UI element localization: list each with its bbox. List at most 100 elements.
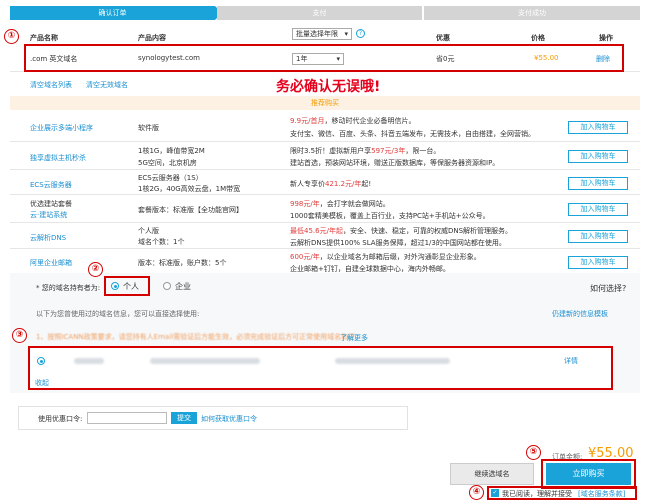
recommend-desc: 建站首选，预装网站环境，赠送正版数据库，等保服务器资源和IP。 xyxy=(290,159,500,167)
collapse-link[interactable]: 收起 xyxy=(35,378,49,388)
clear-domain-list-link[interactable]: 清空域名列表 xyxy=(30,80,72,90)
template-detail-link[interactable]: 详情 xyxy=(564,356,578,366)
clear-invalid-domains-link[interactable]: 清空无效域名 xyxy=(86,80,128,90)
promo-text: ，移动时代企业必备明信片。 xyxy=(324,117,416,125)
annotation-marker-1: ① xyxy=(4,29,19,44)
enterprise-radio[interactable] xyxy=(163,282,171,290)
header-product-content: 产品内容 xyxy=(138,34,166,42)
recommend-content: 版本：标准版，账户数：5个 xyxy=(138,259,227,267)
recommend-title: 推荐购买 xyxy=(10,96,640,110)
add-to-cart-button[interactable]: 加入购物车 xyxy=(568,177,628,190)
recommend-content: 软件版 xyxy=(138,124,159,132)
personal-label: 个人 xyxy=(123,282,139,291)
header-product-name: 产品名称 xyxy=(30,34,58,42)
blurred-holder-email xyxy=(335,358,450,364)
confirm-warning: 务必确认无误哦! xyxy=(276,79,381,95)
continue-selecting-domains-button[interactable]: 继续选域名 xyxy=(450,463,534,485)
add-to-cart-button[interactable]: 加入购物车 xyxy=(568,256,628,269)
learn-more-link[interactable]: 了解更多 xyxy=(340,333,368,343)
annotation-box-3 xyxy=(28,346,613,390)
blurred-holder-info xyxy=(150,358,260,364)
add-to-cart-button[interactable]: 加入购物车 xyxy=(568,203,628,216)
add-to-cart-button[interactable]: 加入购物车 xyxy=(568,150,628,163)
blurred-holder-name xyxy=(74,358,104,364)
annotation-marker-3: ③ xyxy=(12,328,27,343)
template-radio[interactable] xyxy=(37,357,45,365)
domain-terms-link[interactable]: [域名服务条款] xyxy=(578,489,625,499)
recommend-content-line: 1核1G，峰值带宽2M xyxy=(138,147,205,155)
how-to-choose[interactable]: 如何选择? xyxy=(590,283,626,294)
step-payment-success: 支付成功 xyxy=(424,6,640,20)
recommend-promo: 最低45.6元/年起，安全、快速、稳定，可靠的权威DNS解析管理服务。 xyxy=(290,226,512,236)
promo-text: ，以企业域名为邮箱后缀，对外沟通彰显企业形象。 xyxy=(319,253,481,261)
recommend-promo: 新人专享价421.2元/年起! xyxy=(290,179,371,189)
promo-price: 600元/年 xyxy=(290,253,320,261)
annotation-marker-4: ④ xyxy=(469,485,484,500)
promo-text: 起! xyxy=(361,180,372,188)
recommend-content-line: ECS云服务器（1S） xyxy=(138,174,203,182)
promo-text: ，会打字就会做网站。 xyxy=(319,200,390,208)
batch-period-label: 批量选择年限 xyxy=(296,30,338,38)
step-confirm-order: 确认订单 xyxy=(10,6,222,20)
recommend-promo: 998元/年，会打字就会做网站。 xyxy=(290,199,390,209)
enterprise-label: 企业 xyxy=(175,282,191,291)
promo-price: 最低45.6元/年起 xyxy=(290,227,343,235)
promo-text: 限时3.5折！虚拟新用户享 xyxy=(290,147,372,155)
coupon-submit-button[interactable]: 提交 xyxy=(171,412,197,424)
recommend-name[interactable]: 独享虚拟主机秒杀 xyxy=(30,153,86,163)
recommend-content-line: 1核2G，40G高效云盘，1M带宽 xyxy=(138,185,241,193)
recommend-row: 独享虚拟主机秒杀 1核1G，峰值带宽2M 5G空间，北京机房 限时3.5折！虚拟… xyxy=(10,143,640,170)
how-get-coupon-link[interactable]: 如何获取优惠口令 xyxy=(201,414,257,424)
recommend-name: 优选建站套餐 xyxy=(30,200,72,208)
verification-notice: 1、按照ICANN政策要求，请您持有人Email需验证后方能生效，必须完成验证后… xyxy=(36,333,356,341)
coupon-input[interactable] xyxy=(87,412,167,424)
annotation-marker-2: ② xyxy=(88,262,103,277)
holder-hint: 以下为您曾使用过的域名信息，您可以直接选择使用: xyxy=(36,310,200,318)
holder-label: * 您的域名持有者为: xyxy=(36,284,101,292)
recommend-desc: 支付宝、微信、百度、头条、抖音五端发布，无需技术，自由搭建，全网营销。 xyxy=(290,130,535,138)
agreement-text: 我已阅读，理解并接受 xyxy=(502,490,572,498)
promo-text: 新人专享价 xyxy=(290,180,325,188)
recommend-promo: 9.9元/首月，移动时代企业必备明信片。 xyxy=(290,116,416,126)
promo-price: 421.2元/年 xyxy=(325,180,362,188)
promo-price: 597元/3年 xyxy=(371,147,406,155)
recommend-desc: 1000套精美模板，覆盖上百行业，支持PC站+手机站+公众号。 xyxy=(290,212,490,220)
recommend-sub-link[interactable]: 云·建站系统 xyxy=(30,210,67,220)
chevron-down-icon: ▾ xyxy=(344,30,348,38)
buy-now-button[interactable]: 立即购买 xyxy=(546,463,631,485)
recommend-name[interactable]: 云解析DNS xyxy=(30,233,66,243)
create-template-link[interactable]: 仍建新的信息模板 xyxy=(552,309,608,319)
promo-price: 998元/年 xyxy=(290,200,320,208)
header-discount: 优惠 xyxy=(436,34,450,42)
recommend-name[interactable]: 阿里企业邮箱 xyxy=(30,258,72,268)
annotation-box-1 xyxy=(24,44,624,72)
recommend-content-line: 个人版 xyxy=(138,227,159,235)
recommend-desc: 云解析DNS提供100% SLA服务保障，超过1/3的中国网站都在使用。 xyxy=(290,239,506,247)
batch-period-select[interactable]: 批量选择年限 ▾ xyxy=(292,28,352,40)
annotation-marker-5: ⑤ xyxy=(526,445,541,460)
recommend-name[interactable]: 企业展示多端小程序 xyxy=(30,123,93,133)
recommend-row: 优选建站套餐 云·建站系统 套餐版本：标准版【全功能官网】 998元/年，会打字… xyxy=(10,196,640,223)
add-to-cart-button[interactable]: 加入购物车 xyxy=(568,230,628,243)
header-action: 操作 xyxy=(599,34,613,42)
step-payment: 支付 xyxy=(217,6,422,20)
add-to-cart-button[interactable]: 加入购物车 xyxy=(568,121,628,134)
header-price: 价格 xyxy=(531,34,545,42)
recommend-row: 企业展示多端小程序 软件版 9.9元/首月，移动时代企业必备明信片。 支付宝、微… xyxy=(10,112,640,142)
help-icon[interactable]: ? xyxy=(356,29,365,38)
promo-price: 9.9元/首月 xyxy=(290,117,325,125)
recommend-content-line: 5G空间，北京机房 xyxy=(138,159,197,167)
promo-text: ，安全、快速、稳定，可靠的权威DNS解析管理服务。 xyxy=(342,227,513,235)
agreement-checkbox[interactable]: ✓ xyxy=(491,489,499,497)
recommend-content-line: 域名个数：1个 xyxy=(138,238,185,246)
recommend-content: 套餐版本：标准版【全功能官网】 xyxy=(138,206,243,214)
recommend-row: ECS云服务器 ECS云服务器（1S） 1核2G，40G高效云盘，1M带宽 新人… xyxy=(10,171,640,195)
recommend-row: 云解析DNS 个人版 域名个数：1个 最低45.6元/年起，安全、快速、稳定，可… xyxy=(10,224,640,249)
recommend-promo: 600元/年，以企业域名为邮箱后缀，对外沟通彰显企业形象。 xyxy=(290,252,481,262)
personal-radio[interactable] xyxy=(111,282,119,290)
recommend-promo: 限时3.5折！虚拟新用户享597元/3年，限一台。 xyxy=(290,146,440,156)
recommend-row: 阿里企业邮箱 版本：标准版，账户数：5个 600元/年，以企业域名为邮箱后缀，对… xyxy=(10,250,640,275)
coupon-label: 使用优惠口令: xyxy=(38,415,83,423)
promo-text: ，限一台。 xyxy=(405,147,441,155)
recommend-name[interactable]: ECS云服务器 xyxy=(30,180,72,190)
